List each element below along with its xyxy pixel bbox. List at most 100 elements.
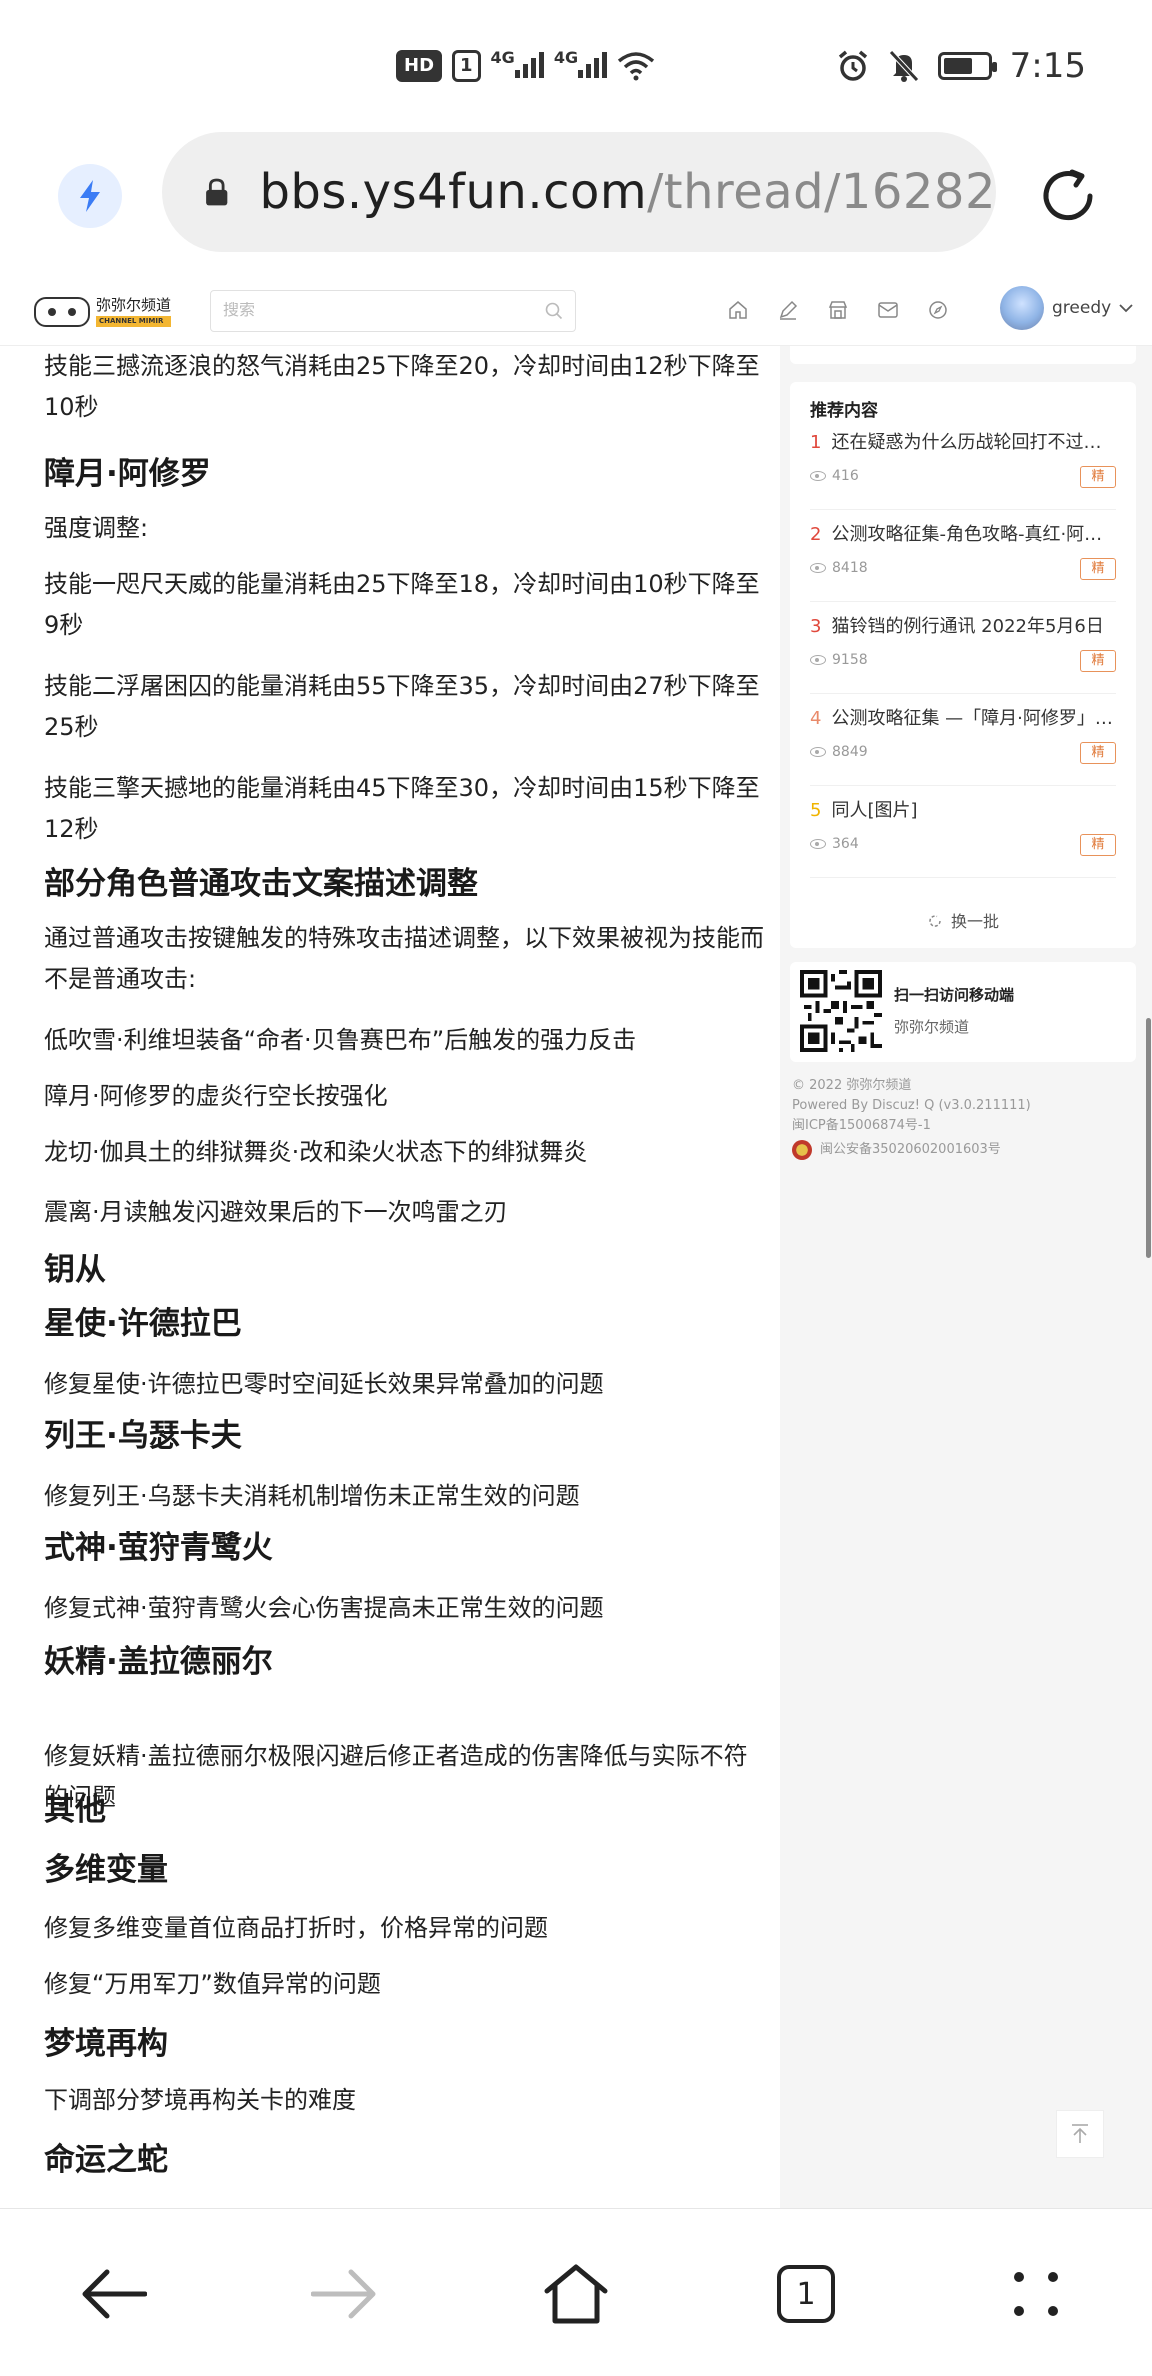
recommended-item-title[interactable]: 5 同人[图片]: [810, 796, 1116, 822]
menu-button[interactable]: [996, 2259, 1076, 2329]
recommended-item[interactable]: 5 同人[图片] 364 精: [810, 786, 1116, 878]
signal-icon: [514, 48, 544, 78]
battery-icon: [937, 52, 997, 80]
paragraph: 震离·月读触发闪避效果后的下一次鸣雷之刃: [44, 1198, 508, 1226]
view-count: 364: [810, 836, 859, 852]
scrollbar[interactable]: [1146, 1018, 1151, 1258]
logo-text: 弥弥尔频道: [96, 295, 172, 314]
wifi-icon: [617, 52, 655, 81]
logo-icon: [34, 297, 90, 327]
back-to-top-button[interactable]: [1056, 2110, 1104, 2158]
recommended-item[interactable]: 4 公测攻略征集 —「障月·阿修罗」攻略 8849 精: [810, 694, 1116, 786]
username[interactable]: greedy: [1052, 298, 1111, 318]
powered-by[interactable]: Powered By Discuz! Q (v3.0.211111): [792, 1096, 1132, 1116]
recommended-item-text[interactable]: 同人[图片]: [831, 800, 917, 821]
recommended-item-text[interactable]: 还在疑惑为什么历战轮回打不过的，进来看看吧: [831, 432, 1116, 453]
view-count: 8418: [810, 560, 868, 576]
shop-icon[interactable]: [826, 296, 850, 324]
recommended-card: 推荐内容 1还在疑惑为什么历战轮回打不过的，进来看看吧416精2公测攻略征集-角…: [790, 382, 1136, 948]
rank-number: 2: [810, 524, 822, 545]
system-status: 7:15: [836, 38, 1086, 94]
refresh-icon: [929, 915, 941, 927]
url-host: bbs.ys4fun.com: [259, 164, 648, 220]
qr-subtitle: 弥弥尔频道: [894, 1018, 970, 1036]
clock: 7:15: [1009, 46, 1086, 86]
section-heading: 部分角色普通攻击文案描述调整: [44, 866, 478, 902]
mobile-qr-card: 扫一扫访问移动端 弥弥尔频道: [790, 962, 1136, 1062]
paragraph: 强度调整:: [44, 514, 149, 542]
eye-icon: [810, 471, 826, 481]
rank-number: 4: [810, 708, 822, 729]
url-path: /thread/16282: [647, 164, 996, 220]
recommended-item-title[interactable]: 4 公测攻略征集 —「障月·阿修罗」攻略: [810, 704, 1116, 730]
tabs-button[interactable]: 1: [766, 2259, 846, 2329]
recommended-item-text[interactable]: 猫铃铛的例行通讯 2022年5月6日: [831, 616, 1103, 637]
eye-icon: [810, 747, 826, 757]
paragraph: 技能三撼流逐浪的怒气消耗由25下降至20，冷却时间由12秒下降至10秒: [44, 352, 760, 421]
rank-number: 5: [810, 800, 822, 821]
tab-count: 1: [777, 2265, 835, 2323]
view-count: 416: [810, 468, 859, 484]
recommended-item-title[interactable]: 1 还在疑惑为什么历战轮回打不过的，进来看看吧: [810, 428, 1116, 454]
edit-icon[interactable]: [776, 296, 800, 324]
forward-button[interactable]: [304, 2259, 384, 2329]
back-button[interactable]: [74, 2259, 154, 2329]
signal-icon: [578, 48, 608, 78]
paragraph: 技能一咫尺天威的能量消耗由25下降至18，冷却时间由10秒下降至9秒: [44, 570, 760, 639]
lock-icon: [206, 178, 228, 206]
recommended-item-title[interactable]: 2 公测攻略征集-角色攻略-真红·阿修罗: [810, 520, 1116, 546]
chevron-down-icon[interactable]: [1119, 303, 1133, 313]
paragraph: 下调部分梦境再构关卡的难度: [44, 2086, 356, 2114]
view-count: 8849: [810, 744, 868, 760]
recommended-item[interactable]: 1 还在疑惑为什么历战轮回打不过的，进来看看吧 416 精: [810, 418, 1116, 510]
alarm-icon: [838, 50, 867, 81]
search-icon[interactable]: [545, 302, 563, 320]
icp-link[interactable]: 闽ICP备15006874号-1: [792, 1116, 1132, 1136]
paragraph: 技能三擎天撼地的能量消耗由45下降至30，冷却时间由15秒下降至12秒: [44, 774, 760, 843]
recommended-item-title[interactable]: 3 猫铃铛的例行通讯 2022年5月6日: [810, 612, 1116, 638]
search-box[interactable]: [210, 290, 576, 332]
paragraph: 技能二浮屠困囚的能量消耗由55下降至35，冷却时间由27秒下降至25秒: [44, 672, 760, 741]
section-heading: 妖精·盖拉德丽尔: [44, 1644, 273, 1680]
menu-dots-icon: [1014, 2272, 1058, 2316]
gongan-link[interactable]: 闽公安备35020602001603号: [792, 1140, 1132, 1160]
featured-badge: 精: [1080, 834, 1116, 856]
section-heading: 梦境再构: [44, 2026, 168, 2062]
signal-1: 4G: [491, 48, 544, 85]
eye-icon: [810, 563, 826, 573]
search-input[interactable]: [223, 302, 545, 320]
rank-number: 3: [810, 616, 822, 637]
reload-icon[interactable]: [1036, 164, 1100, 228]
url-text: bbs.ys4fun.com/thread/16282: [259, 164, 996, 220]
bolt-icon[interactable]: [58, 164, 122, 228]
avatar[interactable]: [1000, 286, 1044, 330]
refresh-batch-button[interactable]: 换一批: [790, 908, 1136, 932]
view-count-value: 8849: [832, 744, 868, 760]
paragraph: 修复式神·萤狩青鹭火会心伤害提高未正常生效的问题: [44, 1594, 604, 1622]
recommended-item[interactable]: 2 公测攻略征集-角色攻略-真红·阿修罗 8418 精: [810, 510, 1116, 602]
recommended-item[interactable]: 3 猫铃铛的例行通讯 2022年5月6日 9158 精: [810, 602, 1116, 694]
refresh-batch-label[interactable]: 换一批: [951, 912, 999, 931]
qr-code: [800, 970, 882, 1052]
site-footer: © 2022 弥弥尔频道 Powered By Discuz! Q (v3.0.…: [792, 1076, 1132, 1160]
qr-title: 扫一扫访问移动端: [894, 986, 1015, 1004]
paragraph: 修复列王·乌瑟卡夫消耗机制增伤未正常生效的问题: [44, 1482, 580, 1510]
section-heading: 障月·阿修罗: [44, 456, 211, 492]
paragraph: 低吹雪·利维坦装备“命者·贝鲁赛巴布”后触发的强力反击: [44, 1026, 637, 1054]
gongan-text[interactable]: 闽公安备35020602001603号: [820, 1140, 1001, 1160]
paragraph: 通过普通攻击按键触发的特殊攻击描述调整，以下效果被视为技能而不是普通攻击:: [44, 924, 764, 993]
home-icon[interactable]: [726, 296, 750, 324]
section-heading: 钥从: [44, 1252, 106, 1288]
featured-badge: 精: [1080, 466, 1116, 488]
recommended-item-text[interactable]: 公测攻略征集-角色攻略-真红·阿修罗: [831, 524, 1116, 545]
signal-2: 4G: [554, 48, 608, 85]
mail-icon[interactable]: [876, 296, 900, 324]
rank-number: 1: [810, 432, 822, 453]
user-menu[interactable]: greedy: [1000, 286, 1133, 330]
view-count-value: 364: [832, 836, 859, 852]
home-button[interactable]: [536, 2259, 616, 2329]
address-bar[interactable]: bbs.ys4fun.com/thread/16282: [162, 132, 996, 252]
recommended-item-text[interactable]: 公测攻略征集 —「障月·阿修罗」攻略: [831, 708, 1116, 729]
site-logo[interactable]: 弥弥尔频道 CHANNEL MIMIR: [34, 294, 174, 330]
compass-icon[interactable]: [926, 296, 950, 324]
